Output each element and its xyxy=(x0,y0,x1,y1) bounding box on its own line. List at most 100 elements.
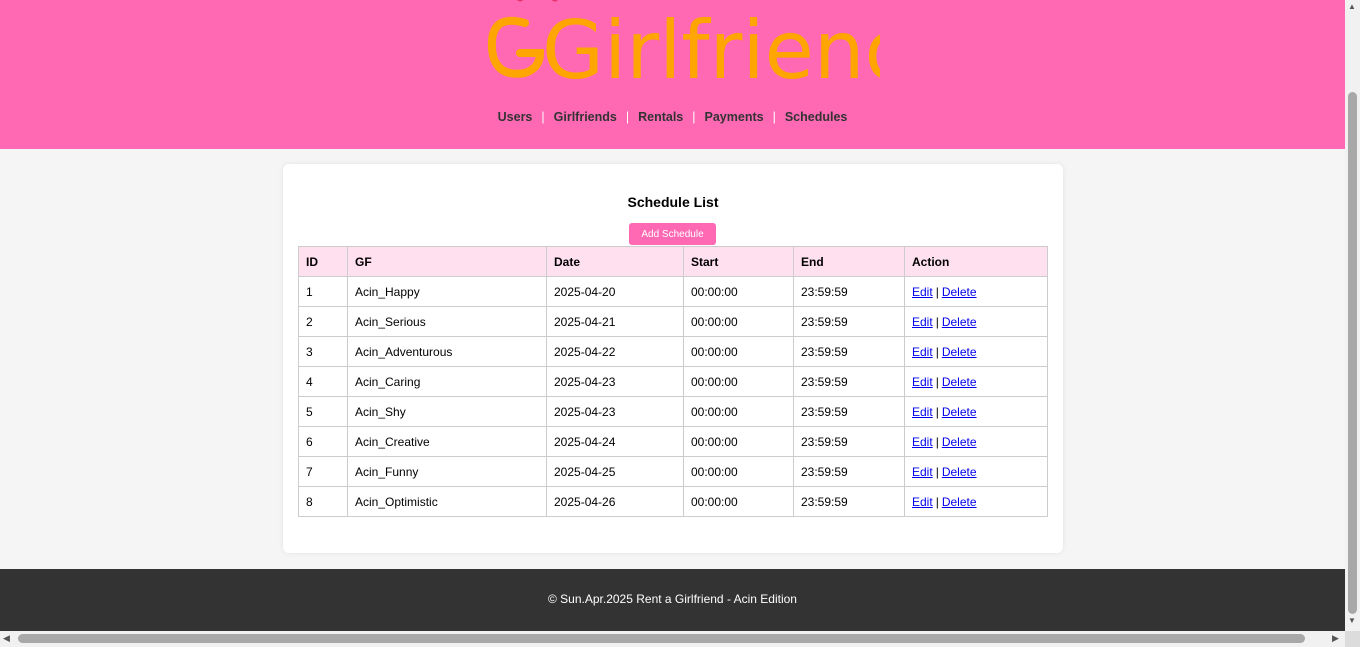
scroll-right-icon[interactable]: ▶ xyxy=(1332,633,1339,644)
scrollbar-corner xyxy=(1345,631,1360,647)
action-separator: | xyxy=(935,284,939,299)
scroll-left-icon[interactable]: ◀ xyxy=(3,633,10,644)
page-title: Schedule List xyxy=(627,194,719,210)
cell-id: 1 xyxy=(298,276,348,307)
site-header: Girlfriend Users | Girlfriends | Rentals | Pay… xyxy=(0,0,1345,149)
cell-id: 6 xyxy=(298,426,348,457)
edit-link[interactable]: Edit xyxy=(912,435,933,449)
action-separator: | xyxy=(935,494,939,509)
nav-item-rentals[interactable]: Rentals xyxy=(638,110,683,124)
edit-link[interactable]: Edit xyxy=(912,285,933,299)
site-footer: © Sun.Apr.2025 Rent a Girlfriend - Acin … xyxy=(0,569,1345,631)
horizontal-scrollbar[interactable]: ◀ ▶ xyxy=(0,631,1345,647)
column-header-action: Action xyxy=(904,246,1048,277)
cell-start: 00:00:00 xyxy=(683,276,794,307)
cell-end: 23:59:59 xyxy=(793,486,905,517)
cell-gf: Acin_Funny xyxy=(347,456,547,487)
cell-end: 23:59:59 xyxy=(793,456,905,487)
nav-separator: | xyxy=(692,110,696,124)
cell-action: Edit | Delete xyxy=(904,426,1048,457)
delete-link[interactable]: Delete xyxy=(942,345,977,359)
cell-id: 8 xyxy=(298,486,348,517)
vertical-scroll-thumb[interactable] xyxy=(1348,92,1357,614)
logo-text: Girlfriend xyxy=(542,4,880,97)
cell-action: Edit | Delete xyxy=(904,366,1048,397)
cell-date: 2025-04-20 xyxy=(546,276,684,307)
action-separator: | xyxy=(935,374,939,389)
cell-date: 2025-04-25 xyxy=(546,456,684,487)
nav-separator: | xyxy=(772,110,776,124)
nav-item-schedules[interactable]: Schedules xyxy=(785,110,848,124)
nav-separator: | xyxy=(625,110,630,124)
scroll-up-icon[interactable]: ▲ xyxy=(1348,2,1356,11)
add-schedule-button[interactable]: Add Schedule xyxy=(629,223,716,245)
schedule-card: Schedule List Add Schedule ID GF Date St… xyxy=(283,164,1063,553)
delete-link[interactable]: Delete xyxy=(942,495,977,509)
cell-end: 23:59:59 xyxy=(793,336,905,367)
site-logo[interactable]: Girlfriend xyxy=(480,0,915,108)
delete-link[interactable]: Delete xyxy=(942,315,977,329)
cell-start: 00:00:00 xyxy=(683,486,794,517)
edit-link[interactable]: Edit xyxy=(912,315,933,329)
nav-item-girlfriends[interactable]: Girlfriends xyxy=(554,110,617,124)
table-row: 7 Acin_Funny 2025-04-25 00:00:00 23:59:59 Edi… xyxy=(298,456,1048,487)
delete-link[interactable]: Delete xyxy=(942,285,977,299)
cell-id: 5 xyxy=(298,396,348,427)
vertical-scrollbar[interactable]: ▲ ▼ xyxy=(1345,0,1360,631)
table-row: 6 Acin_Creative 2025-04-24 00:00:00 23:59:59… xyxy=(298,426,1048,457)
cell-gf: Acin_Shy xyxy=(347,396,547,427)
edit-link[interactable]: Edit xyxy=(912,345,933,359)
cell-action: Edit | Delete xyxy=(904,396,1048,427)
cell-id: 3 xyxy=(298,336,348,367)
edit-link[interactable]: Edit xyxy=(912,375,933,389)
action-separator: | xyxy=(935,404,939,419)
cell-action: Edit | Delete xyxy=(904,486,1048,517)
cell-start: 00:00:00 xyxy=(683,336,794,367)
delete-link[interactable]: Delete xyxy=(942,435,977,449)
column-header-end: End xyxy=(793,246,905,277)
column-header-id: ID xyxy=(298,246,348,277)
schedule-table: ID GF Date Start End Action 1 Acin_Happy 2… xyxy=(298,246,1048,517)
table-row: 8 Acin_Optimistic 2025-04-26 00:00:00 23:59:… xyxy=(298,486,1048,517)
nav-item-payments[interactable]: Payments xyxy=(705,110,764,124)
cell-start: 00:00:00 xyxy=(683,396,794,427)
cell-date: 2025-04-23 xyxy=(546,396,684,427)
scroll-down-icon[interactable]: ▼ xyxy=(1348,616,1356,625)
edit-link[interactable]: Edit xyxy=(912,465,933,479)
main-nav: Users | Girlfriends | Rentals | Payments | Sched… xyxy=(0,110,1345,128)
delete-link[interactable]: Delete xyxy=(942,465,977,479)
column-header-date: Date xyxy=(546,246,684,277)
cell-gf: Acin_Optimistic xyxy=(347,486,547,517)
table-header-row: ID GF Date Start End Action xyxy=(298,246,1048,277)
delete-link[interactable]: Delete xyxy=(942,375,977,389)
edit-link[interactable]: Edit xyxy=(912,405,933,419)
cell-gf: Acin_Serious xyxy=(347,306,547,337)
action-separator: | xyxy=(935,314,939,329)
column-header-start: Start xyxy=(683,246,794,277)
cell-gf: Acin_Happy xyxy=(347,276,547,307)
cell-action: Edit | Delete xyxy=(904,306,1048,337)
delete-link[interactable]: Delete xyxy=(942,405,977,419)
cell-date: 2025-04-21 xyxy=(546,306,684,337)
cell-start: 00:00:00 xyxy=(683,456,794,487)
cell-start: 00:00:00 xyxy=(683,426,794,457)
edit-link[interactable]: Edit xyxy=(912,495,933,509)
cell-date: 2025-04-24 xyxy=(546,426,684,457)
page-viewport: Girlfriend Users | Girlfriends | Rentals | Pay… xyxy=(0,0,1345,631)
footer-text: © Sun.Apr.2025 Rent a Girlfriend - Acin … xyxy=(548,592,797,606)
cell-gf: Acin_Creative xyxy=(347,426,547,457)
cell-start: 00:00:00 xyxy=(683,306,794,337)
table-row: 1 Acin_Happy 2025-04-20 00:00:00 23:59:59 Edi… xyxy=(298,276,1048,307)
horizontal-scroll-thumb[interactable] xyxy=(18,634,1305,643)
cell-start: 00:00:00 xyxy=(683,366,794,397)
cell-end: 23:59:59 xyxy=(793,276,905,307)
logo-graphic: Girlfriend xyxy=(487,0,915,97)
nav-item-users[interactable]: Users xyxy=(498,110,533,124)
cell-id: 7 xyxy=(298,456,348,487)
cell-date: 2025-04-26 xyxy=(546,486,684,517)
cell-end: 23:59:59 xyxy=(793,396,905,427)
cell-gf: Acin_Caring xyxy=(347,366,547,397)
cell-id: 2 xyxy=(298,306,348,337)
table-row: 4 Acin_Caring 2025-04-23 00:00:00 23:59:59 Ed… xyxy=(298,366,1048,397)
cell-id: 4 xyxy=(298,366,348,397)
